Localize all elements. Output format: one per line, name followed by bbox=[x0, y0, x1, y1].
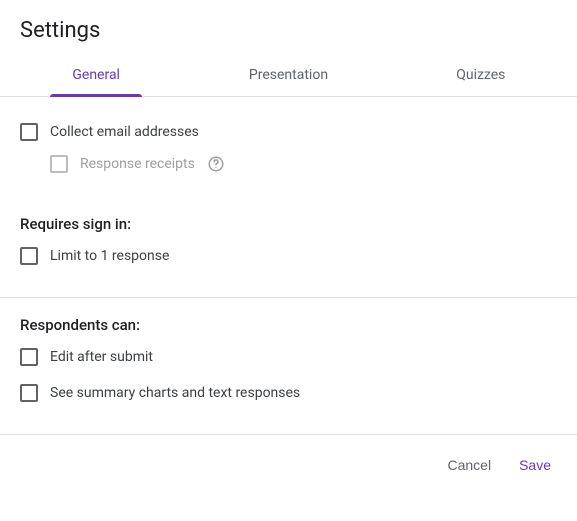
collect-email-checkbox[interactable] bbox=[20, 123, 38, 141]
limit-response-row: Limit to 1 response bbox=[20, 247, 557, 265]
tab-presentation[interactable]: Presentation bbox=[192, 53, 384, 96]
see-summary-checkbox[interactable] bbox=[20, 384, 38, 402]
collect-email-row: Collect email addresses bbox=[20, 123, 557, 141]
response-receipts-checkbox bbox=[50, 155, 68, 173]
requires-signin-section: Requires sign in: Limit to 1 response bbox=[0, 197, 577, 289]
limit-response-checkbox[interactable] bbox=[20, 247, 38, 265]
tab-general[interactable]: General bbox=[0, 53, 192, 96]
respondents-title: Respondents can: bbox=[20, 316, 557, 334]
tab-label: General bbox=[72, 67, 120, 83]
response-receipts-label: Response receipts bbox=[80, 156, 195, 172]
tabs: General Presentation Quizzes bbox=[0, 53, 577, 97]
edit-after-submit-row: Edit after submit bbox=[20, 348, 557, 366]
requires-signin-title: Requires sign in: bbox=[20, 215, 557, 233]
edit-after-submit-label: Edit after submit bbox=[50, 349, 153, 365]
dialog-title: Settings bbox=[0, 0, 577, 53]
limit-response-label: Limit to 1 response bbox=[50, 248, 169, 264]
response-receipts-row: Response receipts bbox=[50, 155, 557, 173]
tab-quizzes[interactable]: Quizzes bbox=[385, 53, 577, 96]
collect-email-label: Collect email addresses bbox=[50, 124, 199, 140]
general-section: Collect email addresses Response receipt… bbox=[0, 97, 577, 197]
respondents-section: Respondents can: Edit after submit See s… bbox=[0, 298, 577, 426]
settings-dialog: Settings General Presentation Quizzes Co… bbox=[0, 0, 577, 477]
save-button[interactable]: Save bbox=[517, 453, 553, 477]
see-summary-row: See summary charts and text responses bbox=[20, 384, 557, 402]
tab-label: Quizzes bbox=[456, 67, 505, 83]
help-icon[interactable] bbox=[207, 155, 225, 173]
see-summary-label: See summary charts and text responses bbox=[50, 385, 300, 401]
tab-label: Presentation bbox=[249, 67, 328, 83]
dialog-actions: Cancel Save bbox=[0, 435, 577, 477]
edit-after-submit-checkbox[interactable] bbox=[20, 348, 38, 366]
cancel-button[interactable]: Cancel bbox=[445, 453, 493, 477]
